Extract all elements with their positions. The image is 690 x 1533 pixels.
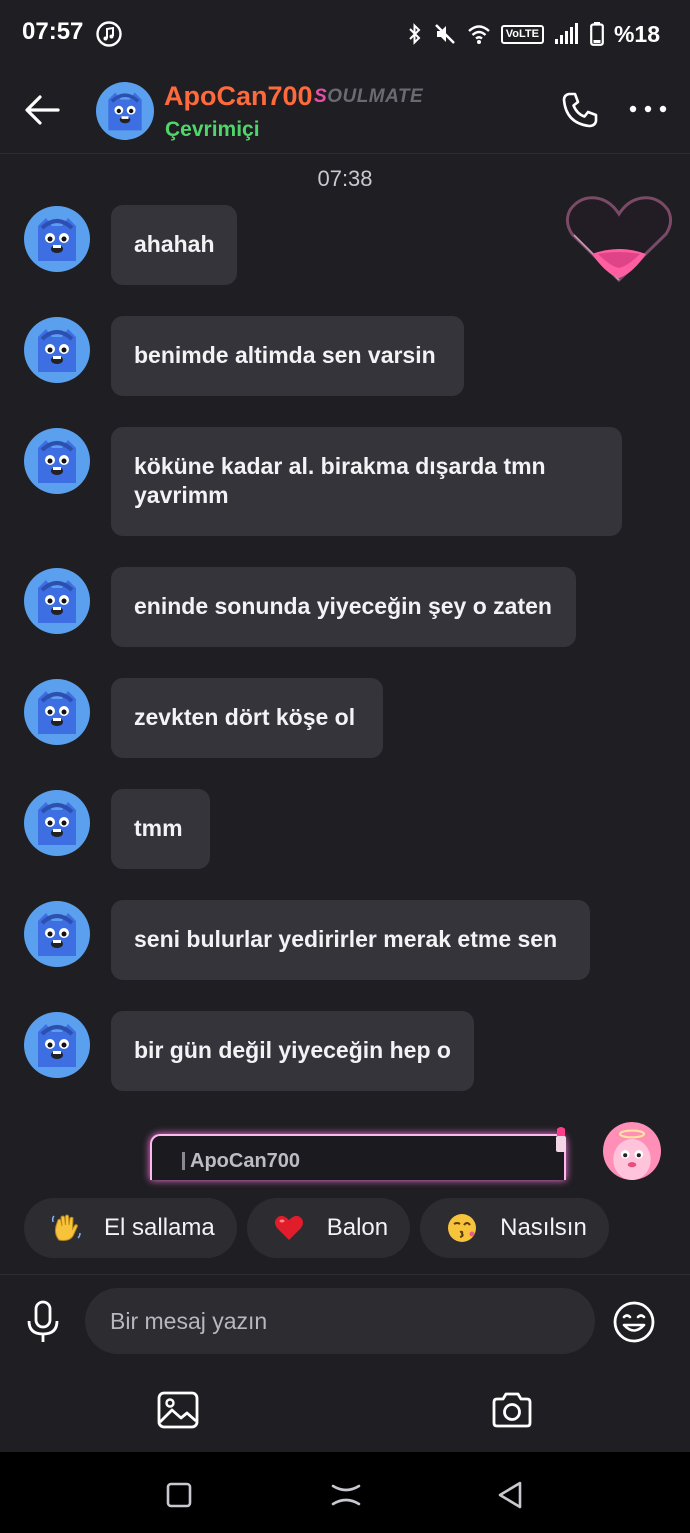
waving-hand-icon	[51, 1214, 81, 1241]
sender-avatar[interactable]	[24, 679, 90, 745]
quick-reply-label: Nasılsın	[500, 1214, 587, 1241]
sender-avatar[interactable]	[24, 206, 90, 272]
wifi-icon	[467, 25, 490, 44]
message-timestamp: 07:38	[317, 166, 373, 191]
message-bubble[interactable]: bir gün değil yiyeceğin hep o	[111, 1011, 474, 1091]
lipstick-decoration-icon	[556, 1127, 566, 1152]
quick-reply-label: Balon	[326, 1214, 389, 1241]
battery-icon	[590, 22, 604, 46]
message-bubble[interactable]: tmm	[111, 789, 210, 869]
mute-icon	[434, 24, 455, 44]
sender-avatar[interactable]	[24, 428, 90, 494]
status-icons: VoLTE %18	[407, 16, 660, 52]
status-time: 07:57	[22, 18, 84, 45]
phone-icon[interactable]	[560, 90, 600, 130]
back-arrow-icon[interactable]	[22, 92, 62, 128]
status-bar: 07:57 VoLTE %18	[0, 0, 690, 68]
sender-avatar[interactable]	[24, 568, 90, 634]
soulmate-badge: SOULMATE	[314, 86, 424, 107]
divider	[0, 1274, 690, 1275]
sender-avatar[interactable]	[24, 317, 90, 383]
quick-reply-wave[interactable]: El sallama	[24, 1198, 237, 1258]
signal-icon	[554, 23, 578, 44]
nav-back-icon[interactable]	[496, 1480, 524, 1510]
reply-message-card[interactable]: ApoCan700	[150, 1134, 566, 1180]
message-input[interactable]	[85, 1288, 595, 1354]
sender-avatar[interactable]	[24, 1012, 90, 1078]
message-bubble[interactable]: ahahah	[111, 205, 237, 285]
heart-sticker	[565, 196, 673, 283]
my-avatar[interactable]	[598, 1122, 666, 1180]
quick-reply-label: El sallama	[104, 1214, 215, 1241]
reply-quote-bar	[182, 1152, 185, 1170]
microphone-icon[interactable]	[24, 1300, 62, 1344]
home-icon[interactable]	[330, 1482, 362, 1508]
message-bubble[interactable]: eninde sonunda yiyeceğin şey o zaten	[111, 567, 576, 647]
more-options-icon[interactable]	[628, 104, 668, 114]
recent-apps-icon[interactable]	[166, 1482, 192, 1508]
system-nav-bar	[0, 1452, 690, 1533]
quick-reply-howareyou[interactable]: Nasılsın	[420, 1198, 609, 1258]
music-icon	[96, 21, 122, 47]
message-bubble[interactable]: benimde altimda sen varsin	[111, 316, 464, 396]
kissing-face-icon	[448, 1214, 477, 1242]
sender-avatar[interactable]	[24, 901, 90, 967]
contact-avatar[interactable]	[96, 82, 154, 140]
camera-icon[interactable]	[490, 1390, 534, 1430]
message-bubble[interactable]: köküne kadar al. birakma dışarda tmn yav…	[111, 427, 622, 536]
sender-avatar[interactable]	[24, 790, 90, 856]
emoji-icon[interactable]	[612, 1300, 656, 1344]
quick-replies: El sallama Balon Nasılsın	[24, 1198, 609, 1258]
message-bubble[interactable]: seni bulurlar yedirirler merak etme sen	[111, 900, 590, 980]
quick-reply-balloon[interactable]: Balon	[246, 1198, 411, 1258]
reply-quoted-name: ApoCan700	[190, 1150, 301, 1172]
gallery-icon[interactable]	[156, 1390, 200, 1430]
chat-header: ApoCan700 SOULMATE Çevrimiçi	[0, 68, 690, 154]
message-bubble[interactable]: zevkten dört köşe ol	[111, 678, 383, 758]
red-heart-icon	[274, 1215, 303, 1240]
contact-name[interactable]: ApoCan700	[164, 81, 313, 112]
volte-icon: VoLTE	[500, 24, 544, 44]
online-status: Çevrimiçi	[165, 118, 260, 141]
bluetooth-icon	[409, 23, 421, 45]
battery-percent: %18	[613, 20, 660, 47]
